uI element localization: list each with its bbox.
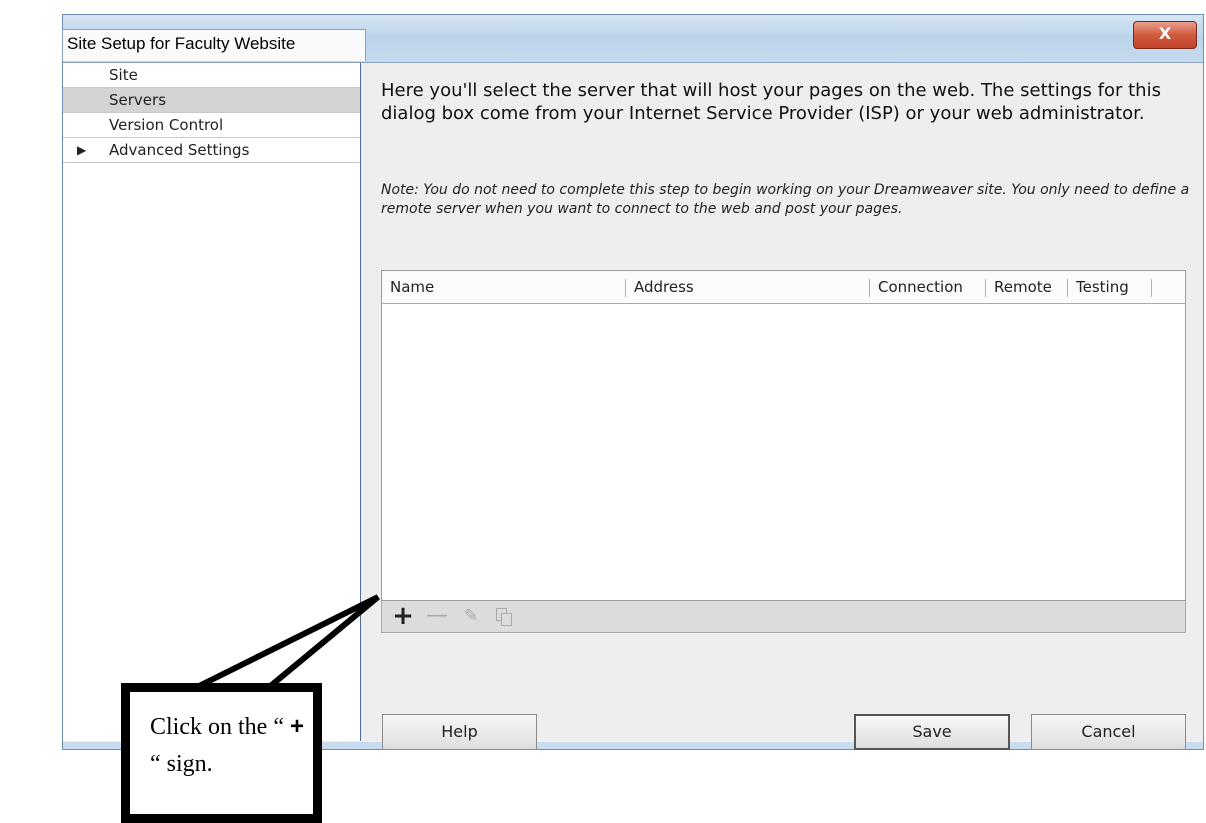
- site-setup-dialog: Site Setup for Faculty Website X Site Se…: [62, 14, 1204, 750]
- sidebar-item-label: Version Control: [109, 116, 224, 134]
- instruction-callout: Click on the “ + “ sign.: [121, 683, 322, 823]
- sidebar-item-label: Servers: [109, 91, 167, 109]
- expand-arrow-icon[interactable]: ▶: [77, 138, 86, 162]
- callout-text-after: “ sign.: [150, 751, 213, 777]
- sidebar-item-label: Site: [109, 66, 138, 84]
- save-button[interactable]: Save: [854, 714, 1010, 750]
- note-text: Note: You do not need to complete this s…: [381, 182, 1190, 217]
- pencil-icon[interactable]: ✎: [458, 603, 484, 629]
- sidebar-item-advanced-settings[interactable]: ▶ Advanced Settings: [63, 138, 360, 163]
- sidebar-item-version-control[interactable]: Version Control: [63, 113, 360, 138]
- title-bar: Site Setup for Faculty Website X: [62, 15, 1203, 63]
- category-sidebar: Site Servers Version Control ▶ Advanced …: [63, 63, 361, 741]
- callout-text-before: Click on the “: [150, 714, 290, 740]
- window-title: Site Setup for Faculty Website: [62, 29, 366, 61]
- column-header-address[interactable]: Address: [626, 271, 870, 303]
- cancel-button[interactable]: Cancel: [1031, 714, 1186, 750]
- duplicate-icon-front: [501, 613, 512, 626]
- sidebar-item-site[interactable]: Site: [63, 63, 360, 88]
- sidebar-item-label: Advanced Settings: [109, 141, 250, 159]
- column-header-testing[interactable]: Testing: [1068, 271, 1152, 303]
- minus-icon[interactable]: —: [424, 603, 450, 629]
- column-header-name[interactable]: Name: [382, 271, 626, 303]
- column-header-connection[interactable]: Connection: [870, 271, 986, 303]
- close-button[interactable]: X: [1133, 21, 1197, 49]
- dialog-body: Site Servers Version Control ▶ Advanced …: [63, 62, 1203, 750]
- intro-text: Here you'll select the server that will …: [381, 80, 1161, 124]
- column-header-remote[interactable]: Remote: [986, 271, 1068, 303]
- callout-plus-sign: +: [289, 713, 304, 740]
- servers-table: Name Address Connection Remote Testing: [381, 270, 1186, 601]
- duplicate-icon[interactable]: [490, 603, 516, 629]
- plus-icon[interactable]: +: [390, 603, 416, 629]
- sidebar-item-servers[interactable]: Servers: [63, 88, 360, 113]
- help-button[interactable]: Help: [382, 714, 537, 750]
- table-header: Name Address Connection Remote Testing: [382, 271, 1185, 304]
- servers-panel: Here you'll select the server that will …: [381, 63, 1191, 750]
- server-list-toolbar: + — ✎: [381, 601, 1186, 633]
